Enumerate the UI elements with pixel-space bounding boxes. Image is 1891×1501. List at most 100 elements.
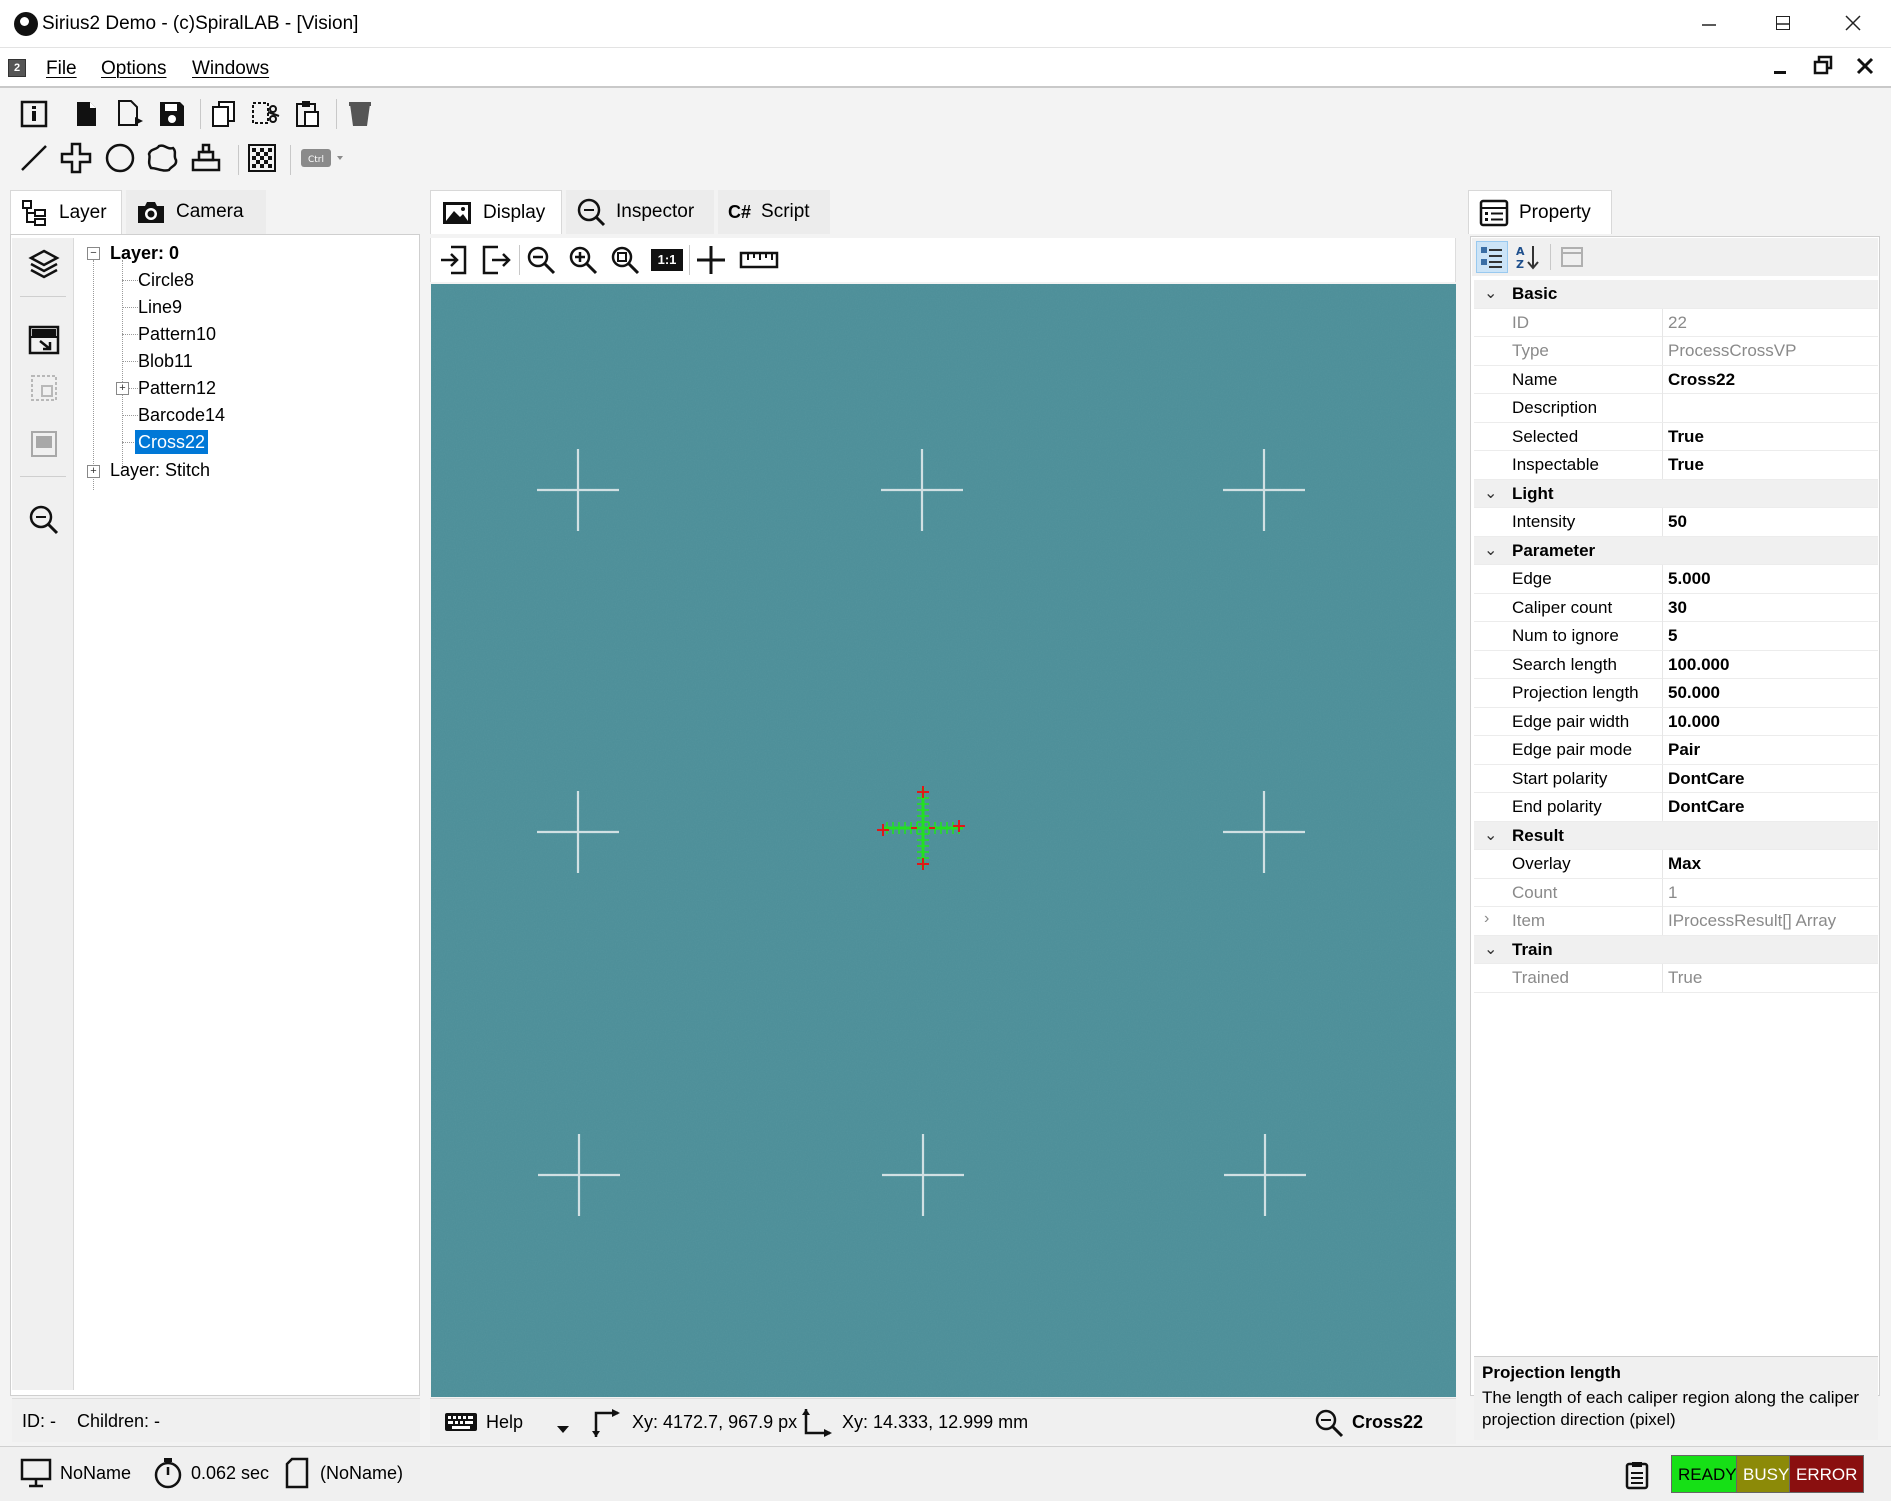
stack-button[interactable] [24,424,64,464]
categorized-view-button[interactable] [1476,241,1508,273]
property-row-projection-length[interactable]: Projection length 50.000 [1474,679,1878,708]
property-row-count[interactable]: Count 1 [1474,878,1878,907]
menu-file[interactable]: File [46,58,77,80]
ruler-button[interactable] [737,242,781,278]
property-row-caliper-count[interactable]: Caliper count 30 [1474,593,1878,622]
tab-inspector[interactable]: Inspector [566,190,714,234]
inspector-icon [577,198,606,227]
tab-display[interactable]: Display [430,190,562,234]
property-row-start-polarity[interactable]: Start polarity DontCare [1474,764,1878,793]
mdi-restore-button[interactable] [1806,52,1840,84]
tree-expander-stitch[interactable]: + [87,465,100,478]
document-icon [285,1457,309,1489]
tab-property[interactable]: Property [1468,190,1612,234]
mdi-minimize-button[interactable] [1764,52,1798,84]
maximize-icon[interactable] [1776,16,1790,30]
tree-node-line9[interactable]: Line9 [138,295,182,319]
category-result[interactable]: ⌄ Result [1474,821,1878,850]
property-row-intensity[interactable]: Intensity 50 [1474,508,1878,537]
close-window-button[interactable] [1818,0,1888,46]
menu-windows[interactable]: Windows [192,58,269,80]
zoom-search-button[interactable] [24,500,64,540]
log-button[interactable] [1624,1460,1650,1495]
zoom-fit-button[interactable] [607,242,643,278]
tree-node-cross22-selected[interactable]: Cross22 [135,430,209,454]
export-button[interactable] [479,242,515,278]
vision-image[interactable] [431,284,1456,1397]
chevron-right-icon[interactable]: › [1484,910,1489,928]
category-basic[interactable]: ⌄ Basic [1474,280,1878,309]
minimize-hitbox[interactable] [1690,10,1730,40]
new-document-button[interactable] [112,96,148,132]
category-light[interactable]: ⌄ Light [1474,479,1878,508]
tree-node-barcode14[interactable]: Barcode14 [138,403,225,427]
tree-node-pattern10[interactable]: Pattern10 [138,322,216,346]
property-row-edge-pair-mode[interactable]: Edge pair mode Pair [1474,736,1878,765]
delete-button[interactable] [342,96,378,132]
help-label[interactable]: Help [486,1412,523,1433]
tree-expander-pattern12[interactable]: + [116,382,129,395]
tree-node-circle8[interactable]: Circle8 [138,268,194,292]
zoom-out-button[interactable] [523,242,559,278]
property-row-type[interactable]: Type ProcessCrossVP [1474,337,1878,366]
mdi-minimize-icon [1774,71,1786,74]
zoom-one-to-one-button[interactable]: 1:1 [649,242,685,278]
chevron-down-icon[interactable]: ⌄ [1484,825,1497,845]
new-file-button[interactable] [68,96,104,132]
barcode-tool-button[interactable] [244,140,280,176]
chevron-down-icon[interactable]: ⌄ [1484,540,1497,560]
tree-node-pattern12[interactable]: Pattern12 [138,376,216,400]
chevron-down-icon[interactable]: ⌄ [1484,483,1497,503]
property-row-inspectable[interactable]: Inspectable True [1474,451,1878,480]
zoom-in-button[interactable] [565,242,601,278]
tab-layer[interactable]: Layer [10,190,122,234]
property-row-edge-pair-width[interactable]: Edge pair width 10.000 [1474,707,1878,736]
property-row-description[interactable]: Description [1474,394,1878,423]
import-image-button[interactable] [24,320,64,360]
tab-camera[interactable]: Camera [126,190,266,234]
save-button[interactable] [154,96,190,132]
tree-node-layer-stitch[interactable]: Layer: Stitch [110,458,210,482]
property-row-edge[interactable]: Edge 5.000 [1474,565,1878,594]
category-train[interactable]: ⌄ Train [1474,935,1878,964]
region-button[interactable] [24,368,64,408]
menu-options[interactable]: Options [101,58,166,80]
line-tool-button[interactable] [16,140,52,176]
help-dropdown[interactable] [444,1410,478,1439]
mdi-close-button[interactable] [1848,52,1882,84]
paste-button[interactable] [290,96,326,132]
property-row-end-polarity[interactable]: End polarity DontCare [1474,793,1878,822]
property-pages-button[interactable] [1556,241,1588,273]
property-row-overlay[interactable]: Overlay Max [1474,850,1878,879]
property-row-selected[interactable]: Selected True [1474,422,1878,451]
category-parameter[interactable]: ⌄ Parameter [1474,536,1878,565]
blob-tool-button[interactable] [144,140,180,176]
pattern-tool-button[interactable] [188,140,224,176]
cut-button[interactable] [248,96,284,132]
tab-script[interactable]: C# Script [718,190,830,234]
import-button[interactable] [435,242,471,278]
chevron-down-icon[interactable]: ⌄ [1484,283,1497,303]
copy-button[interactable] [206,96,242,132]
tree-node-layer-0[interactable]: Layer: 0 [110,241,179,265]
cross-tool-button[interactable] [58,140,94,176]
one-to-one-icon: 1:1 [651,249,683,271]
tree-expander-layer0[interactable]: − [87,247,100,260]
help-dropdown-arrow[interactable] [556,1419,570,1440]
property-row-item[interactable]: › Item IProcessResult[] Array [1474,907,1878,936]
image-display-canvas[interactable] [431,284,1456,1397]
crosshair-button[interactable] [693,242,729,278]
alphabetical-sort-button[interactable]: AZ [1512,241,1544,273]
chevron-down-icon[interactable]: ⌄ [1484,939,1497,959]
info-button[interactable] [16,96,52,132]
property-row-search-length[interactable]: Search length 100.000 [1474,650,1878,679]
property-row-num-to-ignore[interactable]: Num to ignore 5 [1474,622,1878,651]
property-row-name[interactable]: Name Cross22 [1474,365,1878,394]
ctrl-dropdown-button[interactable]: Ctrl [298,140,350,176]
tree-node-blob11[interactable]: Blob11 [138,349,193,373]
layers-button[interactable] [24,244,64,284]
property-row-id[interactable]: ID 22 [1474,308,1878,337]
property-row-trained[interactable]: Trained True [1474,964,1878,993]
mdi-child-icon[interactable]: 2 [8,59,26,77]
circle-tool-button[interactable] [102,140,138,176]
